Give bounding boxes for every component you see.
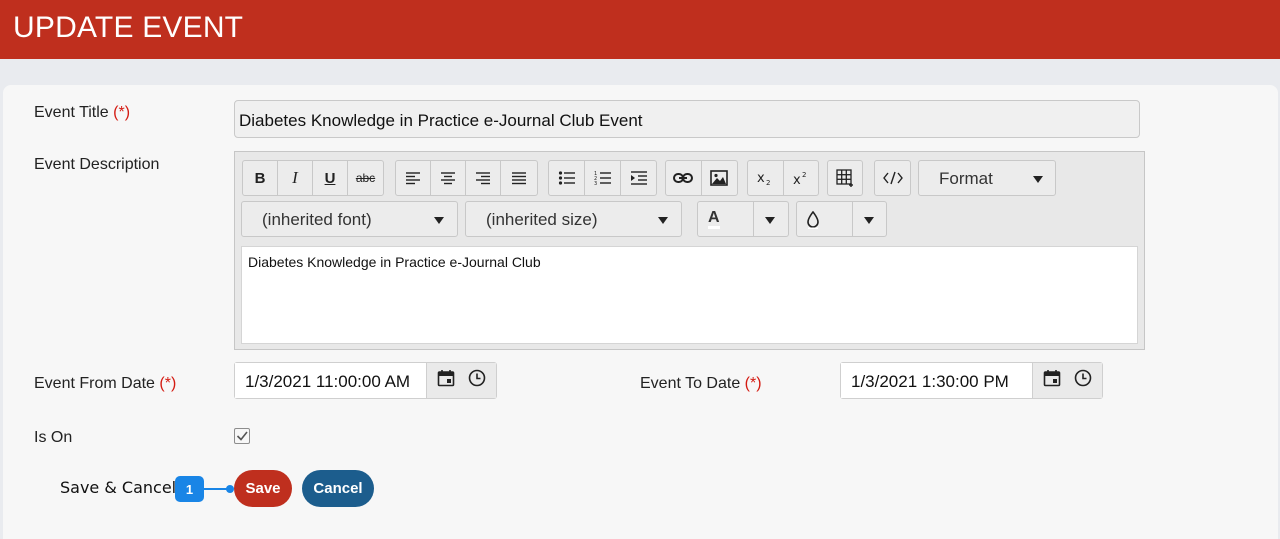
font-color-icon: A — [708, 210, 720, 229]
svg-text:2: 2 — [766, 179, 770, 186]
code-group — [874, 160, 911, 196]
page-header: UPDATE EVENT — [0, 0, 1280, 59]
text-style-group: B I U abc — [242, 160, 384, 196]
font-size-value: (inherited size) — [486, 210, 598, 229]
annotation-badge: 1 — [175, 476, 204, 502]
align-right-button[interactable] — [466, 161, 501, 195]
chevron-down-icon — [434, 217, 444, 224]
list-group: 123 — [548, 160, 657, 196]
alignment-group — [395, 160, 538, 196]
insert-group — [665, 160, 738, 196]
code-icon — [882, 171, 903, 185]
calendar-icon[interactable] — [437, 369, 455, 392]
superscript-icon: x2 — [793, 171, 806, 186]
svg-text:3: 3 — [594, 181, 597, 186]
align-left-icon — [406, 172, 420, 185]
font-size-select[interactable]: (inherited size) — [465, 201, 682, 237]
font-family-value: (inherited font) — [262, 210, 372, 229]
page-title: UPDATE EVENT — [13, 11, 244, 44]
required-marker: (*) — [744, 375, 762, 392]
event-title-label: Event Title (*) — [34, 104, 130, 122]
event-from-date-label: Event From Date (*) — [34, 375, 176, 393]
background-color-button[interactable] — [797, 202, 853, 236]
clock-icon[interactable] — [468, 369, 486, 392]
chevron-down-icon — [765, 217, 775, 224]
format-dropdown[interactable]: Format — [918, 160, 1056, 196]
align-center-button[interactable] — [431, 161, 466, 195]
bold-button[interactable]: B — [243, 161, 278, 195]
html-view-button[interactable] — [875, 161, 910, 195]
event-from-date-picker: 1/3/2021 11:00:00 AM — [234, 362, 497, 399]
strikethrough-button[interactable]: abc — [348, 161, 383, 195]
rich-text-editor: B I U abc 123 x 2 x 2 Format (inherited … — [234, 151, 1145, 350]
svg-text:x: x — [757, 171, 765, 186]
underline-button[interactable]: U — [313, 161, 348, 195]
chevron-down-icon — [1033, 176, 1043, 183]
italic-button[interactable]: I — [278, 161, 313, 195]
image-button[interactable] — [702, 161, 738, 195]
event-title-input[interactable]: Diabetes Knowledge in Practice e-Journal… — [234, 100, 1140, 138]
align-justify-icon — [511, 172, 526, 185]
superscript-button[interactable]: x2 — [784, 161, 819, 195]
event-from-date-buttons — [426, 363, 496, 398]
annotation-dot — [226, 485, 234, 493]
editor-content-area[interactable]: Diabetes Knowledge in Practice e-Journal… — [241, 246, 1138, 344]
save-button[interactable]: Save — [234, 470, 292, 507]
align-justify-button[interactable] — [501, 161, 536, 195]
indent-icon — [630, 171, 647, 185]
table-icon — [836, 169, 853, 187]
font-color-picker[interactable]: A — [697, 201, 789, 237]
color-drop-icon — [807, 211, 819, 229]
image-icon — [710, 170, 729, 186]
link-button[interactable] — [666, 161, 702, 195]
event-from-date-input[interactable]: 1/3/2021 11:00:00 AM — [235, 363, 427, 398]
event-title-label-text: Event Title — [34, 104, 109, 121]
event-description-label: Event Description — [34, 156, 160, 173]
event-to-date-label: Event To Date (*) — [640, 375, 762, 393]
numbered-list-button[interactable]: 123 — [585, 161, 621, 195]
svg-text:x: x — [793, 173, 801, 186]
chevron-down-icon — [658, 217, 668, 224]
event-from-date-label-text: Event From Date — [34, 375, 155, 392]
script-group: x2 x2 — [747, 160, 819, 196]
subscript-icon: x2 — [757, 171, 770, 186]
bullet-list-icon — [558, 171, 575, 185]
font-family-select[interactable]: (inherited font) — [241, 201, 458, 237]
chevron-down-icon — [864, 217, 874, 224]
format-dropdown-label: Format — [939, 169, 993, 188]
link-icon — [673, 173, 694, 183]
event-to-date-picker: 1/3/2021 1:30:00 PM — [840, 362, 1103, 399]
annotation-label: Save & Cancel — [60, 478, 177, 497]
svg-text:2: 2 — [802, 171, 806, 179]
event-to-date-buttons — [1032, 363, 1102, 398]
is-on-label: Is On — [34, 429, 73, 446]
is-on-checkbox[interactable] — [234, 428, 250, 444]
table-button[interactable] — [828, 161, 862, 195]
align-center-icon — [441, 172, 455, 185]
numbered-list-icon: 123 — [594, 171, 611, 186]
cancel-button[interactable]: Cancel — [302, 470, 374, 507]
calendar-icon[interactable] — [1043, 369, 1061, 392]
align-right-icon — [476, 172, 490, 185]
clock-icon[interactable] — [1074, 369, 1092, 392]
checkmark-icon — [236, 431, 248, 441]
bullet-list-button[interactable] — [549, 161, 585, 195]
background-color-picker[interactable] — [796, 201, 887, 237]
align-left-button[interactable] — [396, 161, 431, 195]
required-marker: (*) — [159, 375, 177, 392]
font-color-button[interactable]: A — [698, 202, 754, 236]
event-to-date-label-text: Event To Date — [640, 375, 741, 392]
subscript-button[interactable]: x2 — [748, 161, 784, 195]
required-marker: (*) — [113, 104, 131, 121]
indent-button[interactable] — [621, 161, 656, 195]
event-to-date-input[interactable]: 1/3/2021 1:30:00 PM — [841, 363, 1033, 398]
table-group — [827, 160, 863, 196]
